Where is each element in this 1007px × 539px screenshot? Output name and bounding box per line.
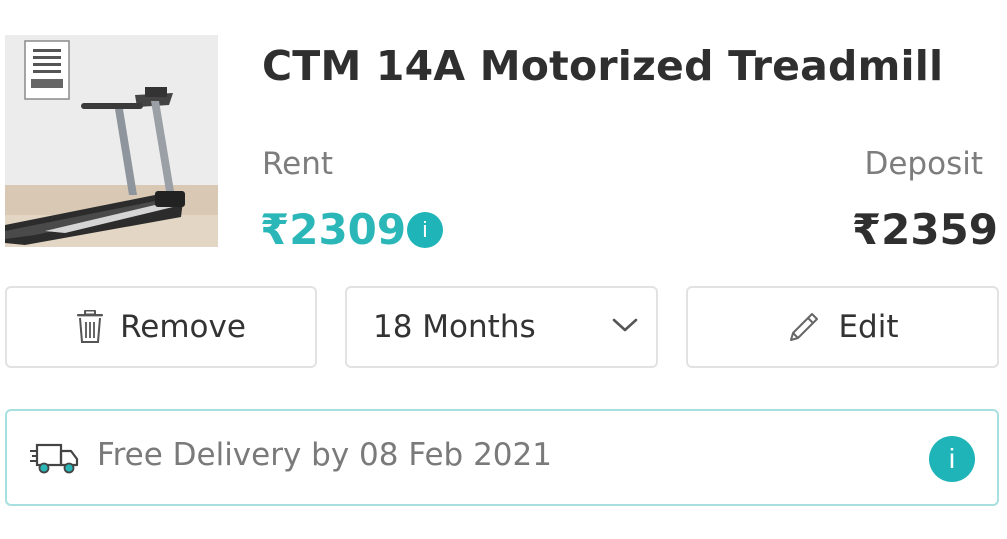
trash-icon [76,310,104,344]
edit-button[interactable]: Edit [686,286,999,368]
delivery-text: Free Delivery by 08 Feb 2021 [97,437,552,473]
remove-button[interactable]: Remove [5,286,317,368]
remove-label: Remove [120,309,246,345]
delivery-info-icon[interactable]: i [929,436,975,482]
delivery-info-bar: Free Delivery by 08 Feb 2021 i [5,409,999,506]
duration-select[interactable]: 18 Months [345,286,658,368]
product-title: CTM 14A Motorized Treadmill [262,42,944,90]
rent-price: ₹2309 [260,205,407,254]
chevron-down-icon [612,317,638,337]
product-image [5,35,218,247]
deposit-price: ₹2359 [851,205,998,254]
treadmill-image [5,35,218,247]
rent-label: Rent [262,146,334,182]
pencil-icon [786,309,822,345]
edit-label: Edit [838,309,899,345]
truck-icon [29,441,79,481]
duration-value: 18 Months [373,309,536,345]
rent-info-icon[interactable]: i [407,212,443,248]
deposit-label: Deposit [864,146,983,182]
